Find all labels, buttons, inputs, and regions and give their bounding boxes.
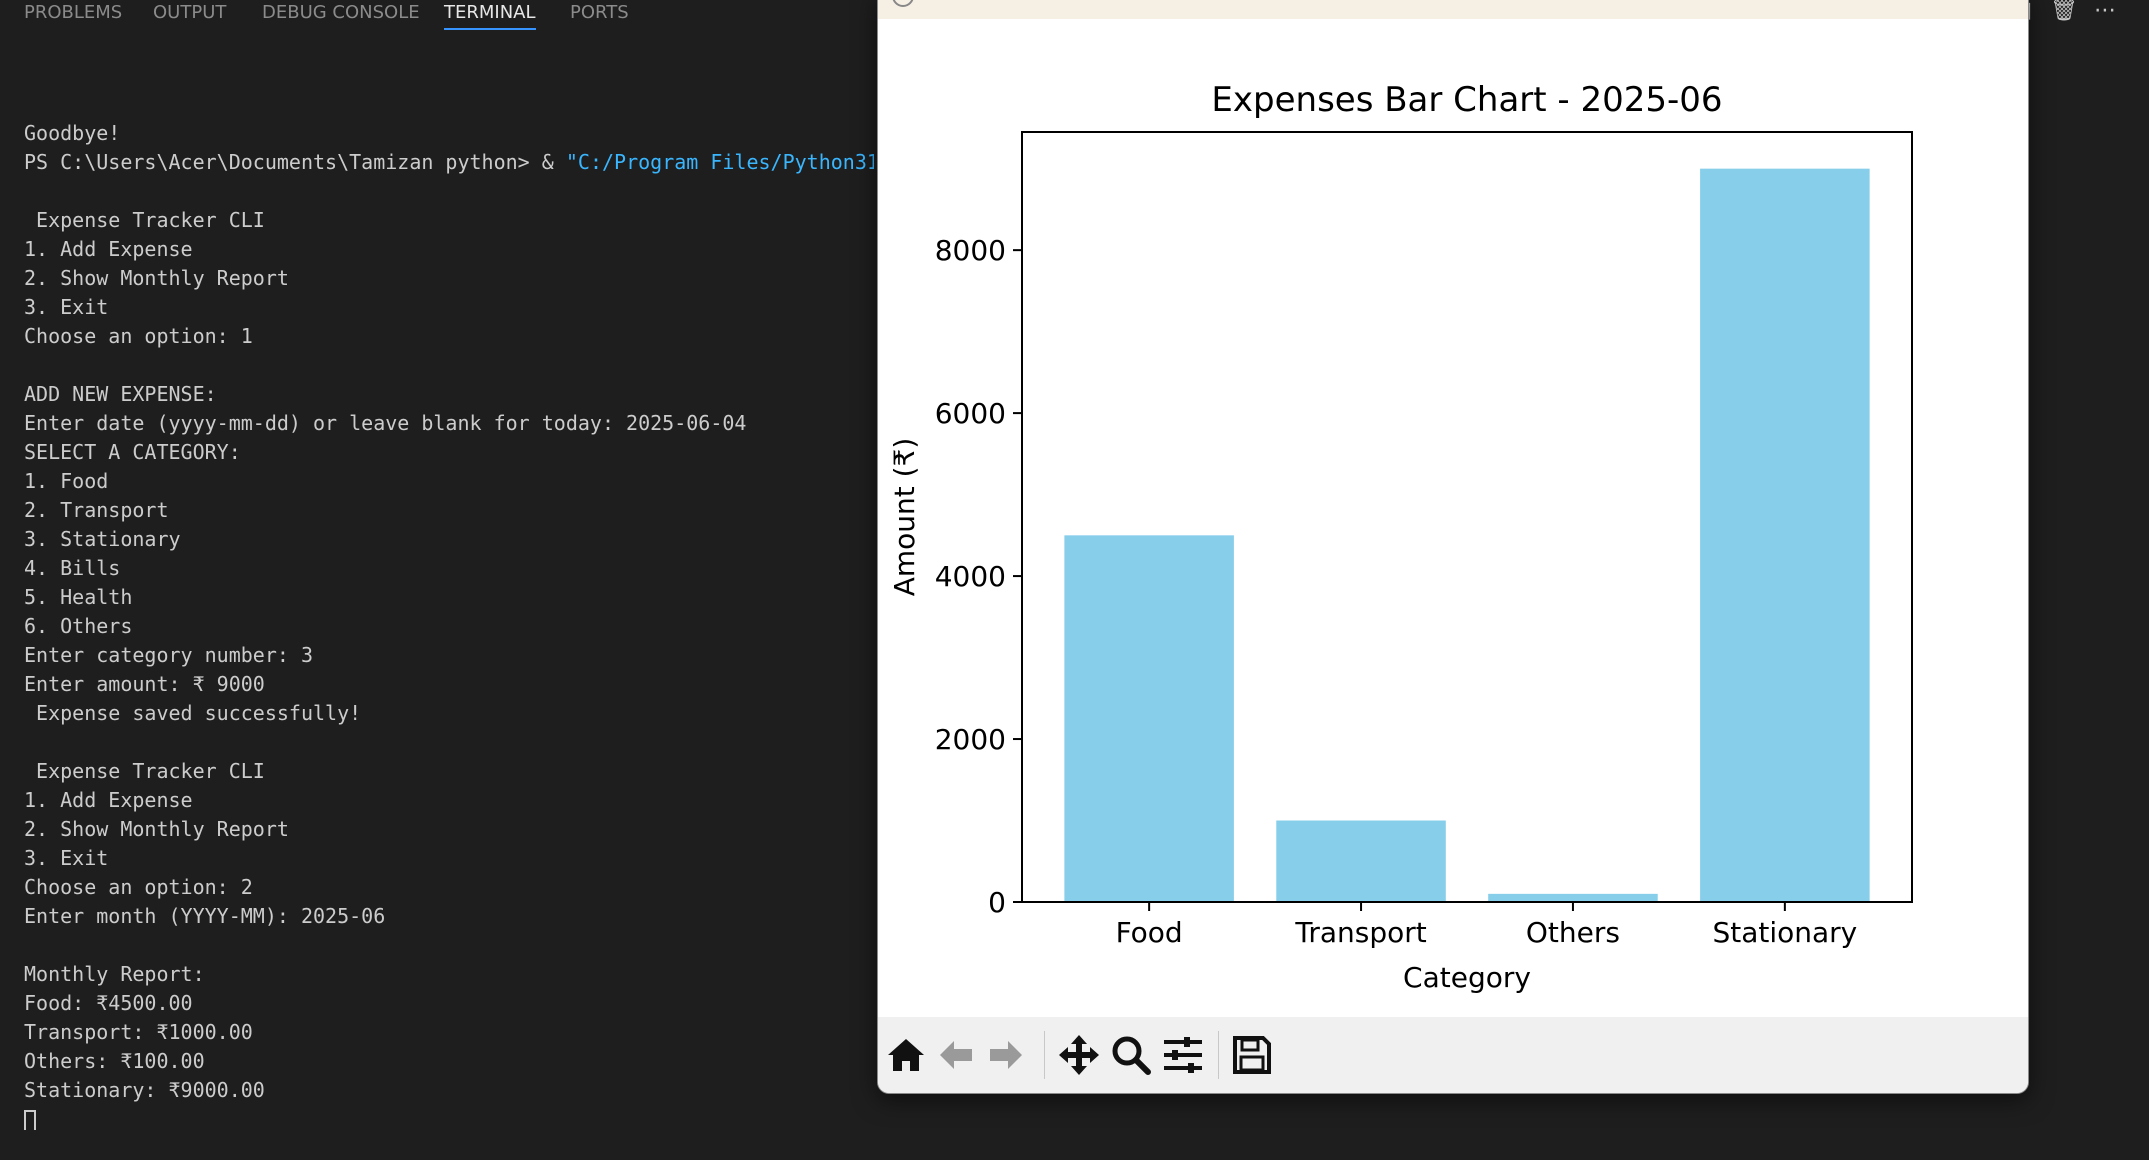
- x-tick-label: Food: [1116, 916, 1183, 949]
- terminal-line: 3. Exit: [24, 846, 109, 870]
- toolbar-separator: [1218, 1031, 1219, 1079]
- terminal-line: 2. Show Monthly Report: [24, 266, 289, 290]
- terminal-line: 2. Transport: [24, 498, 169, 522]
- y-tick-label: 0: [988, 886, 1006, 919]
- x-tick-label: Transport: [1294, 916, 1426, 949]
- bar-food: [1064, 535, 1234, 902]
- x-axis-label: Category: [1403, 961, 1531, 994]
- terminal-line: 1. Food: [24, 469, 109, 493]
- floppy-disk-icon: [1233, 1036, 1271, 1074]
- home-button[interactable]: [882, 1031, 930, 1079]
- terminal-output[interactable]: Goodbye! PS C:\Users\Acer\Documents\Tamiz…: [24, 90, 874, 1130]
- window-titlebar[interactable]: [878, 0, 2028, 19]
- terminal-line: ADD NEW EXPENSE:: [24, 382, 217, 406]
- terminal-prompt-line: PS C:\Users\Acer\Documents\Tamizan pytho…: [24, 148, 874, 177]
- figure-toolbar: [878, 1017, 2028, 1093]
- y-tick-label: 8000: [935, 234, 1006, 267]
- tab-terminal[interactable]: TERMINAL: [444, 0, 536, 30]
- chart-title: Expenses Bar Chart - 2025-06: [1211, 80, 1722, 120]
- terminal-line: 3. Stationary: [24, 527, 181, 551]
- terminal-line: Goodbye!: [24, 121, 121, 145]
- tab-output[interactable]: OUTPUT: [153, 0, 226, 30]
- more-actions-icon[interactable]: ⋯: [2094, 0, 2116, 22]
- pan-button[interactable]: [1055, 1031, 1103, 1079]
- terminal-line: 1. Add Expense: [24, 237, 193, 261]
- terminal-line: Choose an option: 2: [24, 875, 253, 899]
- trash-icon[interactable]: 🗑: [2050, 0, 2078, 22]
- panel-tabs: PROBLEMS OUTPUT DEBUG CONSOLE TERMINAL P…: [0, 0, 1000, 40]
- x-tick-label: Others: [1526, 916, 1620, 949]
- terminal-cursor: [24, 1109, 36, 1130]
- y-tick-label: 2000: [935, 723, 1006, 756]
- y-tick-label: 6000: [935, 397, 1006, 430]
- terminal-line: 4. Bills: [24, 556, 121, 580]
- terminal-line: Transport: ₹1000.00: [24, 1020, 253, 1044]
- toolbar-separator: [1044, 1031, 1045, 1079]
- terminal-line: 5. Health: [24, 585, 133, 609]
- terminal-line: 6. Others: [24, 614, 133, 638]
- back-button[interactable]: [932, 1031, 980, 1079]
- terminal-line: Enter date (yyyy-mm-dd) or leave blank f…: [24, 411, 747, 435]
- save-button[interactable]: [1228, 1031, 1276, 1079]
- bar-transport: [1276, 820, 1446, 902]
- terminal-line: Monthly Report:: [24, 962, 205, 986]
- terminal-line: 1. Add Expense: [24, 788, 193, 812]
- bar-stationary: [1700, 168, 1870, 902]
- configure-subplots-button[interactable]: [1159, 1031, 1207, 1079]
- bar-others: [1488, 893, 1658, 902]
- terminal-line: Others: ₹100.00: [24, 1049, 205, 1073]
- x-tick-label: Stationary: [1712, 916, 1857, 949]
- terminal-line: Expense saved successfully!: [24, 701, 362, 725]
- bar-chart: Expenses Bar Chart - 2025-06 0 2000 4000 60…: [888, 80, 1913, 994]
- terminal-line: SELECT A CATEGORY:: [24, 440, 241, 464]
- terminal-line: Food: ₹4500.00: [24, 991, 193, 1015]
- y-axis-label: Amount (₹): [888, 438, 921, 597]
- terminal-line: Expense Tracker CLI: [24, 208, 265, 232]
- arrow-right-icon: [990, 1041, 1022, 1069]
- forward-button[interactable]: [982, 1031, 1030, 1079]
- terminal-cursor-line: [24, 1105, 874, 1130]
- tab-ports[interactable]: PORTS: [570, 0, 629, 30]
- terminal-line: Enter category number: 3: [24, 643, 313, 667]
- prompt-prefix: PS C:\Users\Acer\Documents\Tamizan pytho…: [24, 150, 566, 174]
- arrow-left-icon: [940, 1041, 972, 1069]
- figure-window-icon: [892, 0, 914, 7]
- terminal-line: Enter amount: ₹ 9000: [24, 672, 265, 696]
- terminal-line: 3. Exit: [24, 295, 109, 319]
- terminal-line: Enter month (YYYY-MM): 2025-06: [24, 904, 386, 928]
- command-path: "C:/Program Files/Python31: [565, 150, 874, 174]
- home-icon: [888, 1039, 924, 1071]
- sliders-icon: [1164, 1037, 1202, 1073]
- tab-debug-console[interactable]: DEBUG CONSOLE: [262, 0, 420, 30]
- terminal-line: Stationary: ₹9000.00: [24, 1078, 265, 1102]
- move-icon: [1059, 1035, 1099, 1075]
- figure-window: Expenses Bar Chart - 2025-06 0 2000 4000 60…: [877, 0, 2029, 1094]
- magnifier-icon: [1112, 1036, 1151, 1075]
- zoom-button[interactable]: [1107, 1031, 1155, 1079]
- y-tick-label: 4000: [935, 560, 1006, 593]
- terminal-line: Expense Tracker CLI: [24, 759, 265, 783]
- terminal-line: 2. Show Monthly Report: [24, 817, 289, 841]
- terminal-line: Choose an option: 1: [24, 324, 253, 348]
- tab-problems[interactable]: PROBLEMS: [24, 0, 122, 30]
